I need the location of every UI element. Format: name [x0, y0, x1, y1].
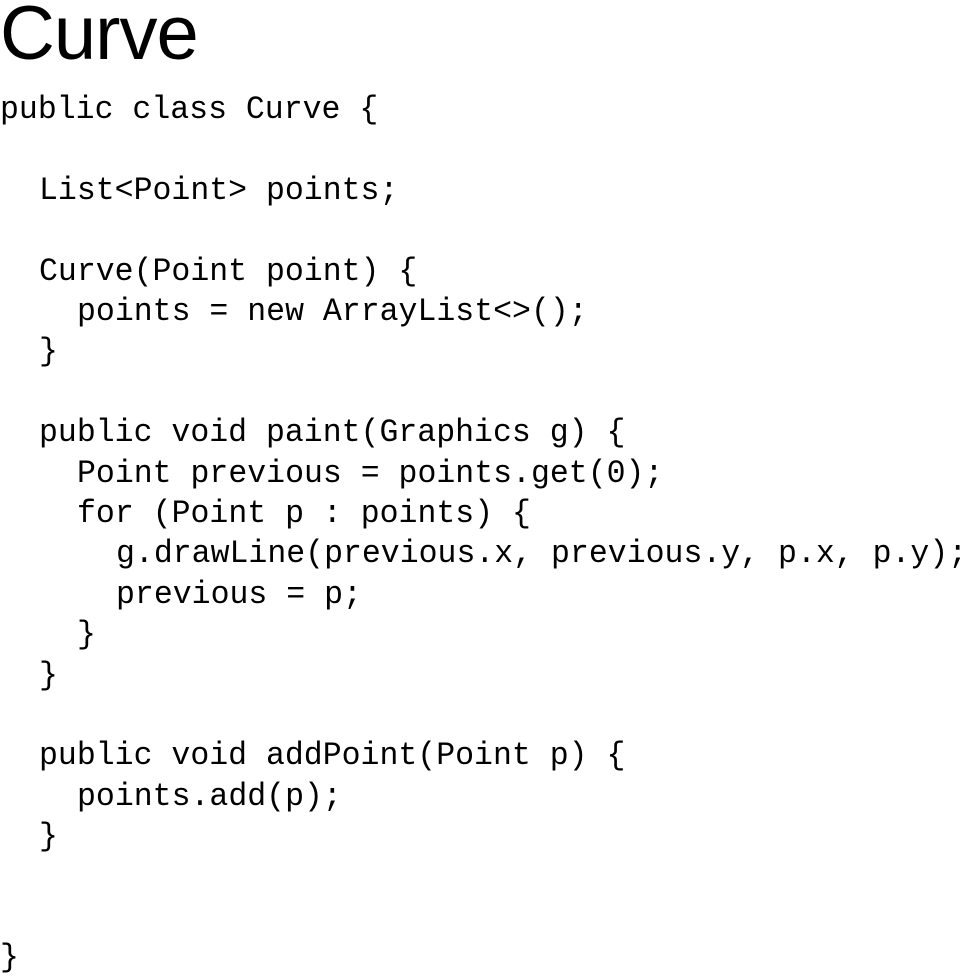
code-line: Point previous = points.get(0);: [77, 454, 664, 492]
code-line: previous = p;: [115, 575, 362, 613]
code-line: public void addPoint(Point p) {: [38, 737, 625, 775]
code-line: }: [38, 818, 58, 856]
code-line: }: [0, 939, 19, 976]
code-line: for (Point p : points) {: [77, 495, 531, 532]
code-line: }: [77, 616, 96, 654]
code-line: public void paint(Graphics g) {: [38, 414, 625, 452]
code-line: }: [38, 333, 58, 371]
code-line: g.drawLine(previous.x, previous.y, p.x, …: [115, 535, 960, 573]
code-line: List<Point> points;: [38, 171, 398, 209]
code-line: points.add(p);: [77, 777, 342, 815]
code-line: Curve(Point point) {: [38, 252, 417, 290]
code-line: public class Curve {: [0, 91, 379, 128]
code-block: public class Curve { List<Point> points;…: [0, 0, 960, 978]
code-line: points = new ArrayList<>();: [77, 293, 588, 330]
code-line: }: [38, 656, 58, 694]
